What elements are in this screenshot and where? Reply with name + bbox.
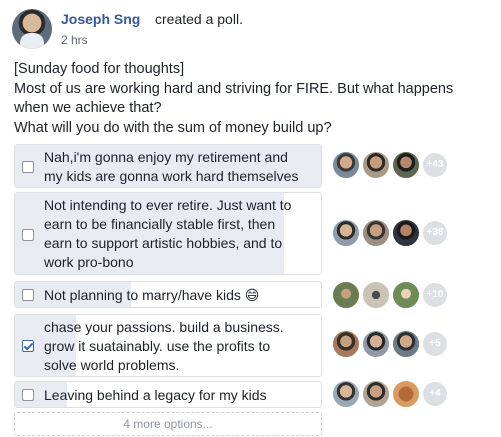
voter-avatar[interactable] (362, 330, 390, 358)
post-text-line: What will you do with the sum of money b… (14, 119, 332, 136)
poll-option[interactable]: Nah,i'm gonna enjoy my retirement and my… (14, 144, 322, 188)
poll-option-label: Not planning to marry/have kids 😄 (44, 286, 315, 305)
poll-option-checkbox[interactable] (22, 389, 34, 401)
poll-option-checkbox[interactable] (22, 161, 34, 173)
voter-avatar[interactable] (362, 281, 390, 309)
poll-option-label-line: grow it suatainably. use the profits to (44, 338, 271, 354)
more-voters-badge[interactable]: +5 (423, 332, 447, 356)
more-voters-badge[interactable]: +4 (423, 382, 447, 406)
poll-option-label-line: earn to support artistic hobbies, and to (44, 235, 283, 251)
poll-option-label-line: solve world problems. (44, 357, 180, 373)
poll-option-checkbox[interactable] (22, 229, 34, 241)
voter-avatar[interactable] (332, 330, 360, 358)
poll-option-label-line: Not intending to ever retire. Just want … (44, 197, 292, 213)
poll-option[interactable]: Not intending to ever retire. Just want … (14, 192, 322, 275)
author-avatar[interactable] (12, 9, 52, 49)
poll-option[interactable]: Not planning to marry/have kids 😄 (14, 281, 322, 308)
post-text-line: [Sunday food for thoughts] (14, 61, 185, 77)
poll-option-checkbox[interactable] (22, 289, 34, 301)
poll-option-label: Leaving behind a legacy for my kids (44, 386, 315, 405)
poll-option-label-line: Nah,i'm gonna enjoy my retirement and (44, 149, 288, 165)
post-text-line: Most of us are working hard and striving… (14, 80, 454, 97)
voter-avatar[interactable] (362, 219, 390, 247)
poll-option-label-line: work pro-bono (44, 254, 134, 270)
poll-option-label-line: earn to be financially stable first, the… (44, 216, 276, 232)
voter-avatar[interactable] (362, 151, 390, 179)
more-voters-badge[interactable]: +38 (423, 221, 447, 245)
voter-avatar[interactable] (332, 151, 360, 179)
post-timestamp[interactable]: 2 hrs (61, 33, 88, 47)
voter-avatar[interactable] (392, 380, 420, 408)
voter-avatar[interactable] (392, 281, 420, 309)
voter-avatar[interactable] (362, 380, 390, 408)
poll-option[interactable]: chase your passions. build a business. g… (14, 314, 322, 377)
poll-option-label-line: my kids are gonna work hard themselves (44, 168, 299, 184)
poll-option-voters[interactable]: +5 (332, 330, 482, 358)
post-text: [Sunday food for thoughts] Most of us ar… (14, 60, 489, 138)
post-action-text: created a poll. (155, 11, 243, 27)
poll-option-voters[interactable]: +4 (332, 380, 482, 408)
poll-option-label: Nah,i'm gonna enjoy my retirement and my… (44, 148, 315, 186)
poll-option-voters[interactable]: +43 (332, 151, 482, 179)
poll-option-voters[interactable]: +10 (332, 281, 482, 309)
poll-option-label: Not intending to ever retire. Just want … (44, 196, 315, 272)
post-header: Joseph Sng created a poll. 2 hrs (12, 9, 492, 49)
more-options-link[interactable]: 4 more options... (14, 412, 322, 436)
voter-avatar[interactable] (332, 380, 360, 408)
poll-option-label-line: Leaving behind a legacy for my kids (44, 387, 267, 403)
poll-option-voters[interactable]: +38 (332, 219, 482, 247)
author-name-link[interactable]: Joseph Sng (61, 11, 140, 27)
voter-avatar[interactable] (392, 219, 420, 247)
voter-avatar[interactable] (332, 219, 360, 247)
poll-option[interactable]: Leaving behind a legacy for my kids (14, 381, 322, 408)
more-voters-badge[interactable]: +10 (423, 283, 447, 307)
voter-avatar[interactable] (392, 330, 420, 358)
poll-option-label-line: Not planning to marry/have kids 😄 (44, 287, 260, 303)
more-voters-badge[interactable]: +43 (423, 153, 447, 177)
poll-option-label: chase your passions. build a business. g… (44, 318, 315, 375)
post-text-line: when we achieve that? (14, 100, 162, 116)
poll-option-label-line: chase your passions. build a business. (44, 319, 284, 335)
voter-avatar[interactable] (392, 151, 420, 179)
poll-option-checkbox-checked[interactable] (22, 340, 34, 352)
voter-avatar[interactable] (332, 281, 360, 309)
